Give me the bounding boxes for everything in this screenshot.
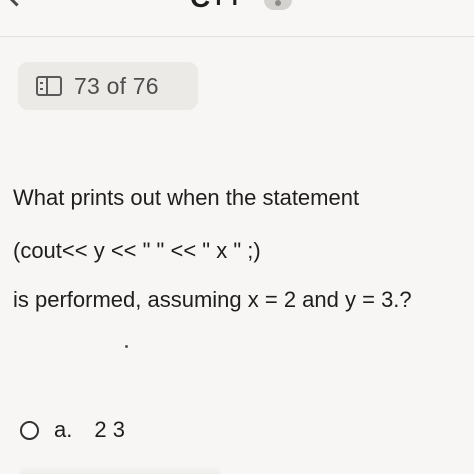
question-text-line-3: is performed, assuming x = 2 and y = 3.? [13, 287, 412, 312]
question-text-line-2: (cout<< y << " " << " x " ;) [13, 238, 261, 263]
title-dropdown-badge[interactable] [264, 0, 292, 10]
header-bar: C++ [0, 0, 474, 37]
question-counter: 73 of 76 [18, 62, 198, 110]
question-counter-text: 73 of 76 [74, 72, 159, 99]
dot-icon [275, 0, 281, 6]
book-icon [36, 76, 62, 96]
quiz-screen: C++ 73 of 76 What prints out when the st… [0, 0, 474, 474]
option-value: 2 3 [94, 417, 125, 442]
answer-option-a[interactable]: a. 2 3 [20, 414, 125, 446]
chevron-left-icon[interactable] [4, 0, 29, 7]
page-title: C++ [190, 0, 243, 12]
radio-button-icon[interactable] [20, 420, 39, 440]
option-letter: a. [54, 417, 73, 442]
stray-dot [125, 345, 128, 348]
next-option-edge [20, 466, 220, 474]
question-text-line-1: What prints out when the statement [13, 185, 360, 210]
